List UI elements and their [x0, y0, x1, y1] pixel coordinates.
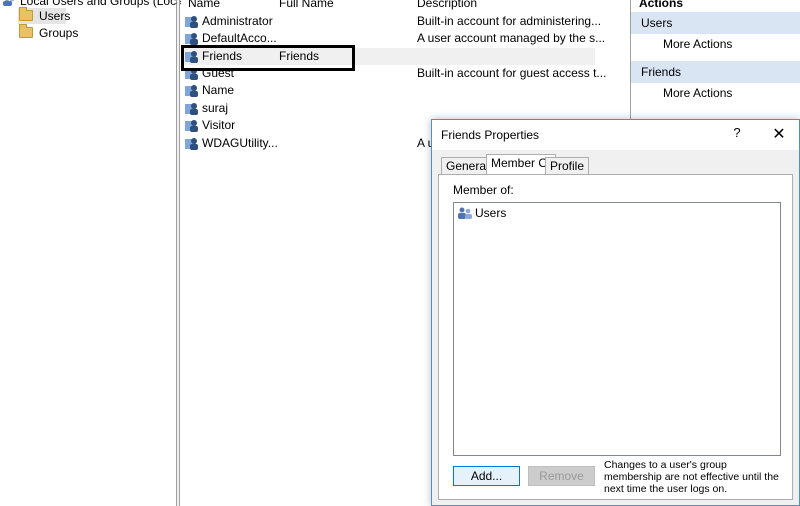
member-name: Users	[475, 206, 507, 220]
column-header-description[interactable]: Description	[417, 0, 477, 10]
more-actions-friends[interactable]: More Actions	[663, 84, 732, 102]
member-of-label: Member of:	[453, 183, 514, 197]
list-row[interactable]: Administrator Built-in account for admin…	[181, 13, 601, 30]
list-row[interactable]: Name	[181, 82, 595, 99]
membership-note: Changes to a user's group membership are…	[604, 459, 779, 495]
user-icon	[185, 33, 198, 45]
list-item[interactable]: Users	[458, 205, 506, 221]
user-icon	[185, 103, 198, 115]
dialog-titlebar[interactable]: Friends Properties ? ✕	[432, 120, 799, 150]
row-description: Built-in account for administering...	[417, 14, 602, 28]
help-button[interactable]: ?	[730, 125, 744, 140]
user-icon	[185, 85, 198, 97]
user-icon	[185, 120, 198, 132]
dialog-title: Friends Properties	[441, 128, 540, 142]
column-header-name[interactable]: Name	[188, 0, 220, 10]
row-name: suraj	[202, 101, 229, 115]
row-name: Name	[202, 83, 235, 97]
actions-section-users[interactable]: Users	[631, 12, 800, 34]
row-name: Visitor	[202, 118, 236, 132]
actions-title: Actions	[639, 0, 684, 10]
add-button[interactable]: Add...	[453, 466, 520, 486]
actions-section-friends[interactable]: Friends	[631, 61, 800, 83]
tab-panel: Member of: Users Add... Remove Changes t…	[438, 174, 793, 500]
tree-pane: Local Users and Groups (Local) Users Gro…	[0, 0, 189, 506]
folder-icon	[19, 7, 33, 21]
row-description: Built-in account for guest access t...	[417, 66, 607, 80]
folder-icon	[19, 24, 33, 38]
tree-item-users[interactable]: Users	[18, 7, 70, 24]
row-name: Administrator	[202, 14, 273, 28]
properties-dialog: Friends Properties ? ✕ General Member Of…	[431, 119, 800, 506]
highlight-box	[181, 45, 355, 71]
row-name: WDAGUtility...	[202, 136, 278, 150]
more-actions-users[interactable]: More Actions	[663, 35, 732, 53]
row-description: A user account managed by the s...	[417, 31, 606, 45]
remove-button[interactable]: Remove	[528, 466, 595, 486]
user-icon	[185, 138, 198, 150]
pane-splitter[interactable]	[177, 0, 180, 506]
close-button[interactable]: ✕	[771, 124, 787, 144]
list-row[interactable]: suraj	[181, 100, 595, 117]
member-of-list[interactable]: Users	[453, 202, 781, 456]
tab-profile[interactable]: Profile	[545, 157, 590, 175]
group-icon	[458, 207, 472, 219]
column-header-full-name[interactable]: Full Name	[279, 0, 334, 10]
tree-item-groups[interactable]: Groups	[19, 24, 79, 41]
tree-item-label: Groups	[39, 26, 79, 40]
tree-item-label: Users	[39, 9, 71, 23]
user-icon	[185, 16, 198, 28]
users-group-icon	[3, 0, 15, 6]
tree-root-label: Local Users and Groups (Local)	[20, 0, 190, 8]
